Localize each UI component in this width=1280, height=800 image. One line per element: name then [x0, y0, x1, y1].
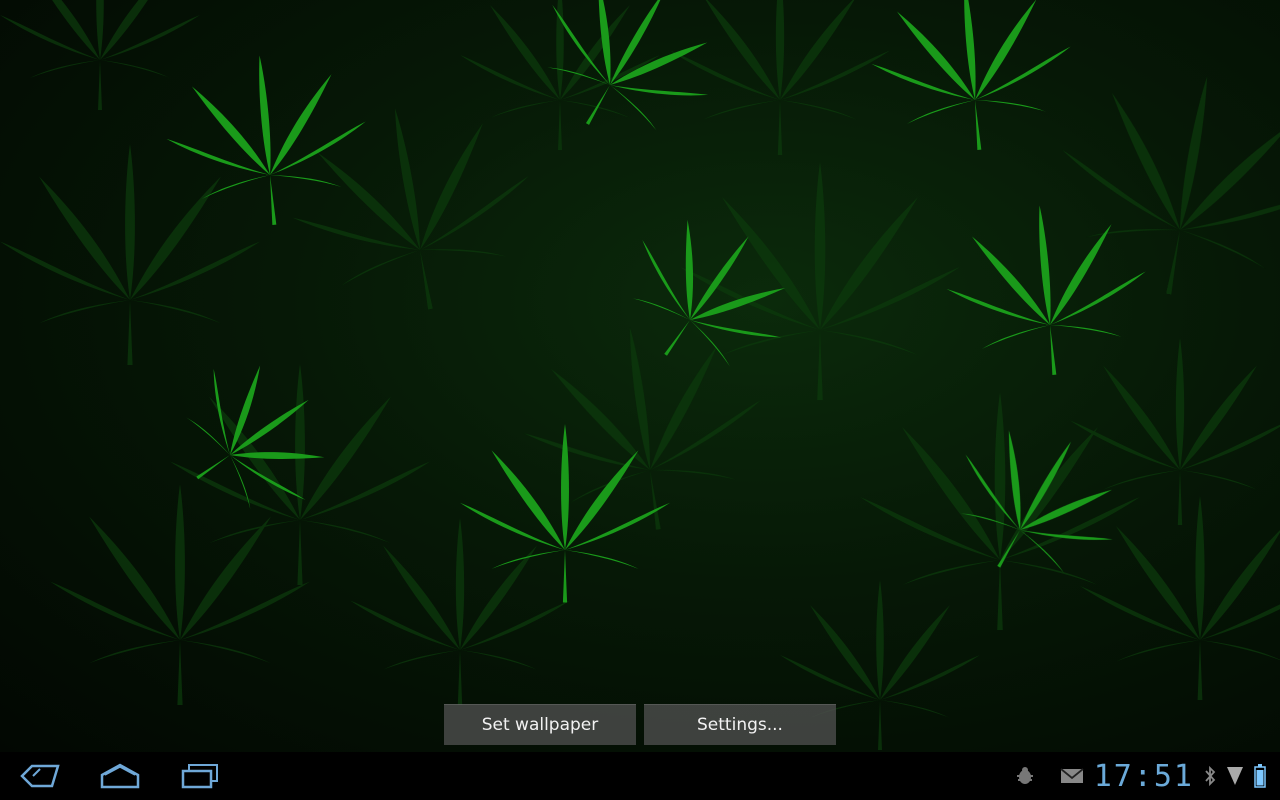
battery-icon [1254, 764, 1266, 788]
system-bar: 17:51 [0, 752, 1280, 800]
home-icon [99, 762, 141, 790]
usb-debug-icon [1014, 766, 1036, 786]
settings-button[interactable]: Settings... [644, 704, 836, 745]
recent-apps-button[interactable] [160, 752, 240, 800]
wallpaper-preview-buttons: Set wallpaper Settings... [444, 704, 836, 745]
live-wallpaper-preview: Set wallpaper Settings... [0, 0, 1280, 752]
bluetooth-icon [1204, 765, 1216, 787]
cannabis-leaves-background [0, 0, 1280, 750]
back-button[interactable] [0, 752, 80, 800]
home-button[interactable] [80, 752, 160, 800]
set-wallpaper-button[interactable]: Set wallpaper [444, 704, 636, 745]
recent-apps-icon [180, 763, 220, 789]
mail-icon [1060, 767, 1084, 785]
signal-icon [1226, 765, 1244, 787]
back-icon [20, 763, 60, 789]
clock: 17:51 [1093, 758, 1194, 794]
status-area[interactable]: 17:51 [1014, 752, 1266, 800]
